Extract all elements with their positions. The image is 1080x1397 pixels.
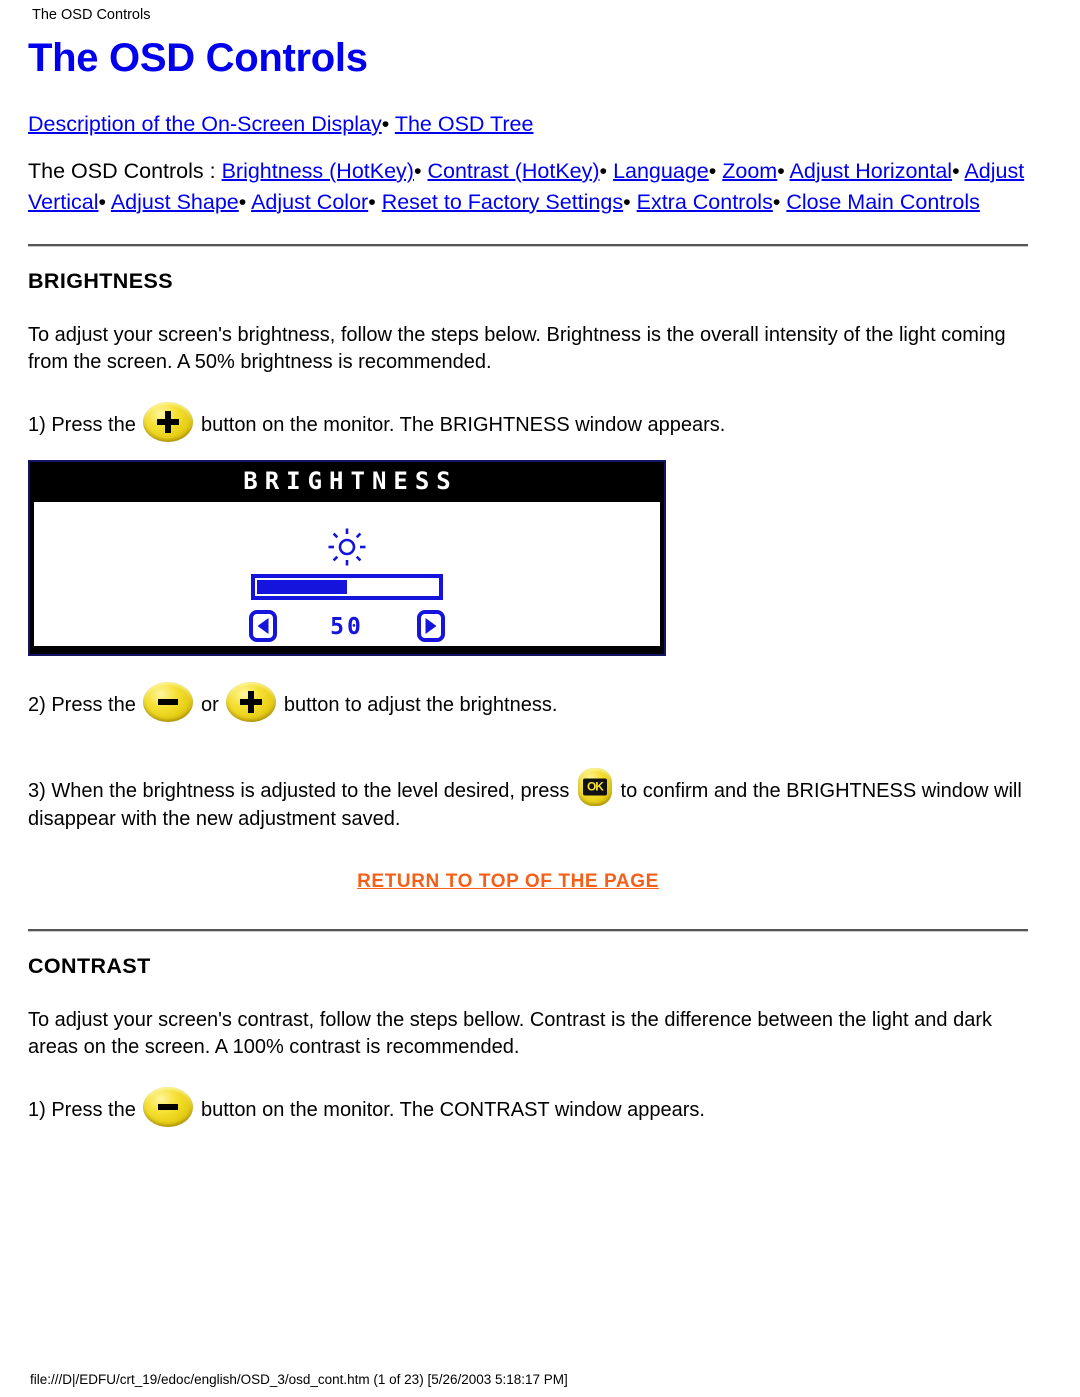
minus-button-icon[interactable] [143, 1087, 194, 1127]
brightness-step-1: 1) Press the button on the monitor. The … [28, 402, 1028, 442]
minus-button-icon[interactable] [143, 682, 194, 722]
nav-separator: • [381, 112, 390, 136]
section-divider [28, 929, 1028, 932]
nav-line-2: The OSD Controls : Brightness (HotKey)• … [28, 156, 1028, 218]
nav-separator: • [772, 190, 781, 214]
link-close-main-controls[interactable]: Close Main Controls [786, 190, 980, 214]
nav-line-2-prefix: The OSD Controls : [28, 159, 216, 183]
link-adjust-shape[interactable]: Adjust Shape [111, 190, 239, 214]
nav-separator: • [599, 159, 608, 183]
osd-left-arrow-button[interactable] [249, 610, 277, 642]
contrast-step-1: 1) Press the button on the monitor. The … [28, 1087, 1028, 1127]
running-header: The OSD Controls [32, 7, 151, 23]
link-osd-tree[interactable]: The OSD Tree [395, 112, 534, 136]
contrast-intro-text: To adjust your screen's contrast, follow… [28, 1009, 992, 1058]
link-reset-to-factory-settings[interactable]: Reset to Factory Settings [382, 190, 623, 214]
nav-separator: • [623, 190, 631, 214]
section-divider [28, 244, 1028, 247]
link-brightness-hotkey[interactable]: Brightness (HotKey) [222, 159, 414, 183]
ok-glyph: OK [582, 778, 607, 796]
nav-line-1: Description of the On-Screen Display• Th… [28, 108, 1028, 140]
brightness-step-3: 3) When the brightness is adjusted to th… [28, 768, 1028, 833]
brightness-value: 50 [330, 614, 364, 640]
nav-separator: • [98, 190, 107, 214]
link-contrast-hotkey[interactable]: Contrast (HotKey) [427, 159, 599, 183]
nav-separator: • [238, 190, 247, 214]
return-to-top-link[interactable]: RETURN TO TOP OF THE PAGE [357, 871, 659, 892]
nav-separator: • [368, 190, 376, 214]
document-page: The OSD Controls The OSD Controls Descri… [0, 0, 1080, 1397]
section-heading-brightness: BRIGHTNESS [28, 269, 173, 293]
brightness-step-2-middle: or [200, 694, 219, 716]
link-zoom[interactable]: Zoom [722, 159, 777, 183]
plus-button-icon[interactable] [143, 402, 194, 442]
footer-path: file:///D|/EDFU/crt_19/edoc/english/OSD_… [30, 1372, 568, 1387]
brightness-step-3-prefix: 3) When the brightness is adjusted to th… [28, 780, 570, 802]
brightness-step-2-prefix: 2) Press the [28, 694, 136, 716]
right-arrow-icon [425, 618, 437, 634]
nav-separator: • [777, 159, 785, 183]
contrast-step-1-prefix: 1) Press the [28, 1099, 136, 1121]
nav-separator: • [952, 159, 960, 183]
osd-body: 50 [34, 502, 660, 646]
brightness-step-1-prefix: 1) Press the [28, 414, 136, 436]
link-adjust-horizontal[interactable]: Adjust Horizontal [790, 159, 953, 183]
brightness-level-bar[interactable] [251, 574, 443, 600]
osd-right-arrow-button[interactable] [417, 610, 445, 642]
return-to-top-wrapper: RETURN TO TOP OF THE PAGE [28, 871, 1028, 893]
osd-controls: 50 [249, 610, 445, 644]
brightness-intro-text: To adjust your screen's brightness, foll… [28, 324, 1006, 373]
link-description-on-screen-display[interactable]: Description of the On-Screen Display [28, 112, 382, 136]
brightness-level-bar-fill [257, 580, 347, 594]
osd-window-brightness: BRIGHTNESS 50 [28, 460, 666, 656]
link-language[interactable]: Language [613, 159, 709, 183]
sun-icon [328, 528, 366, 566]
plus-button-icon[interactable] [226, 682, 277, 722]
content-column: The OSD Controls Description of the On-S… [28, 34, 1028, 1139]
nav-separator: • [708, 159, 717, 183]
brightness-step-2-suffix: button to adjust the brightness. [283, 694, 558, 716]
page-title: The OSD Controls [28, 36, 368, 80]
nav-separator: • [413, 159, 422, 183]
osd-title-brightness: BRIGHTNESS [30, 462, 664, 500]
brightness-step-1-suffix: button on the monitor. The BRIGHTNESS wi… [200, 414, 726, 436]
link-extra-controls[interactable]: Extra Controls [637, 190, 773, 214]
ok-button-icon[interactable]: OK [577, 768, 612, 806]
section-heading-contrast: CONTRAST [28, 954, 151, 978]
link-adjust-color[interactable]: Adjust Color [251, 190, 368, 214]
contrast-step-1-suffix: button on the monitor. The CONTRAST wind… [200, 1099, 705, 1121]
brightness-step-2: 2) Press the or button to adjust the bri… [28, 682, 1028, 722]
left-arrow-icon [257, 618, 269, 634]
